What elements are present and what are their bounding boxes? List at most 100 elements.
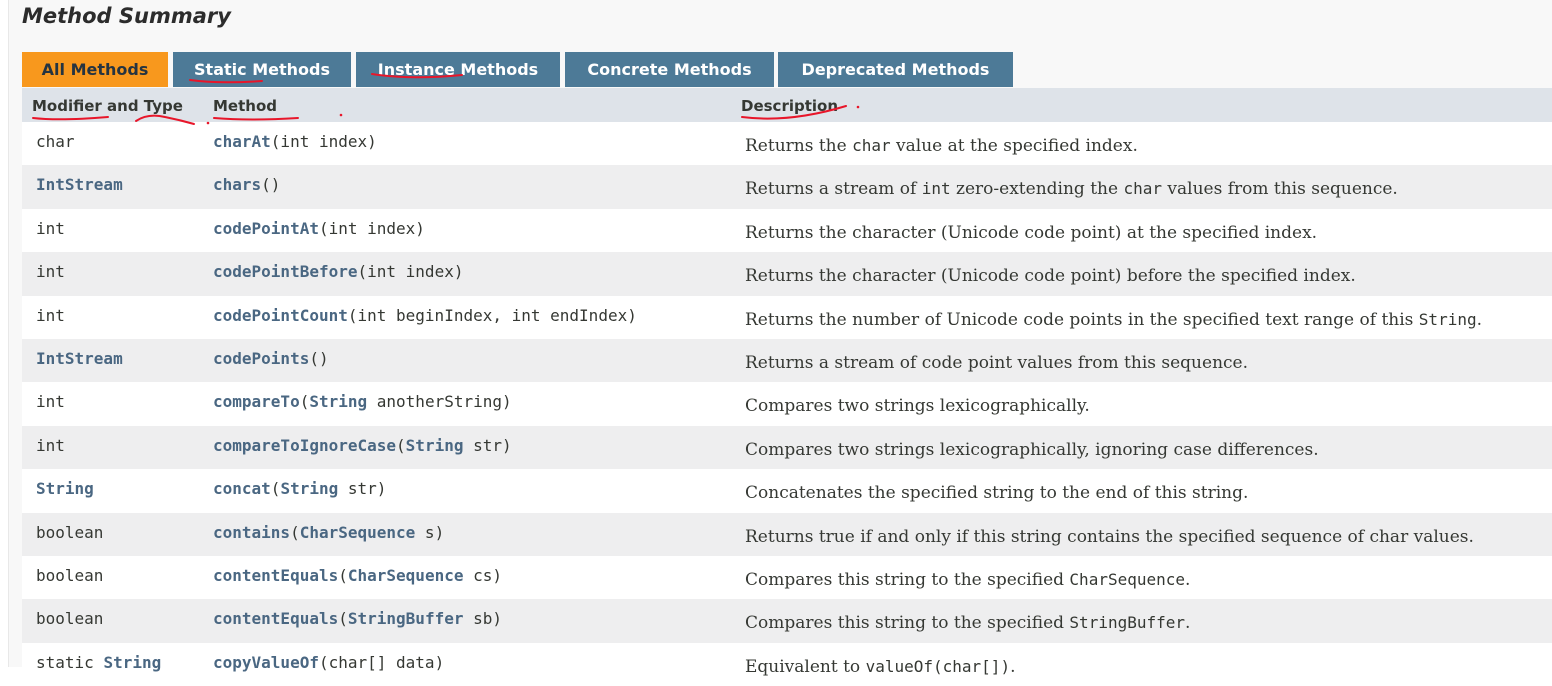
param-text: () (261, 175, 281, 195)
method-signature-cell: contentEquals(CharSequence cs) (213, 566, 502, 585)
modifier-type-cell: int (36, 436, 65, 455)
type-text: int (36, 435, 65, 455)
description-text: Returns the character (Unicode code poin… (745, 266, 1356, 287)
param-link[interactable]: CharSequence (348, 566, 464, 585)
description-text: . (1185, 569, 1191, 590)
param-link[interactable]: StringBuffer (348, 609, 464, 628)
method-signature-cell: contentEquals(StringBuffer sb) (213, 609, 502, 628)
param-text: (int index) (318, 218, 425, 238)
description-cell: Compares two strings lexicographically. (745, 396, 1090, 416)
modifier-type-cell: int (36, 219, 65, 238)
table-header: Modifier and Type Method Description (22, 88, 1552, 122)
param-text: anotherString) (367, 392, 512, 412)
modifier-type-cell: int (36, 306, 65, 325)
method-name-link[interactable]: codePointBefore (213, 262, 358, 281)
method-signature-cell: codePointCount(int beginIndex, int endIn… (213, 306, 637, 325)
tab-all-methods[interactable]: All Methods (22, 52, 168, 87)
description-code: CharSequence (1069, 569, 1186, 589)
description-cell: Compares this string to the specified Ch… (745, 570, 1190, 590)
type-link[interactable]: IntStream (36, 175, 123, 194)
param-link[interactable]: String (406, 436, 464, 455)
method-name-link[interactable]: codePoints (213, 349, 309, 368)
table-body: char charAt(int index) Returns the char va… (22, 122, 1552, 686)
modifier-type-cell: boolean (36, 609, 103, 628)
method-name-link[interactable]: chars (213, 175, 261, 194)
description-cell: Returns the character (Unicode code poin… (745, 266, 1356, 286)
method-signature-cell: codePoints() (213, 349, 329, 368)
param-text: ( (338, 609, 348, 629)
method-name-link[interactable]: codePointCount (213, 306, 348, 325)
description-text: Concatenates the specified string to the… (745, 483, 1249, 504)
type-text: int (36, 218, 65, 238)
method-name-link[interactable]: charAt (213, 132, 271, 151)
description-text: Returns true if and only if this string … (745, 526, 1474, 547)
description-text: Returns a stream of code point values fr… (745, 352, 1249, 373)
column-header-modifier: Modifier and Type (32, 97, 183, 115)
section-title: Method Summary (22, 4, 231, 28)
tab-static-methods[interactable]: Static Methods (173, 52, 351, 87)
column-header-description: Description (741, 97, 839, 115)
method-name-link[interactable]: codePointAt (213, 219, 319, 238)
table-row: static String copyValueOf(char[] data) Equ… (22, 642, 1552, 686)
type-link[interactable]: String (103, 653, 161, 672)
description-cell: Returns the char value at the specified … (745, 136, 1138, 156)
method-name-link[interactable]: contentEquals (213, 566, 338, 585)
modifier-type-cell: int (36, 262, 65, 281)
param-text: sb) (463, 609, 502, 629)
param-text: (int index) (270, 132, 377, 151)
method-name-link[interactable]: compareToIgnoreCase (213, 436, 396, 455)
tab-concrete-methods[interactable]: Concrete Methods (565, 52, 774, 87)
table-row: IntStream codePoints() Returns a stream of… (22, 338, 1552, 383)
type-link[interactable]: String (36, 479, 94, 498)
method-name-link[interactable]: copyValueOf (213, 653, 319, 672)
method-name-link[interactable]: concat (213, 479, 271, 498)
modifier-type-cell: IntStream (36, 175, 123, 194)
method-name-link[interactable]: contentEquals (213, 609, 338, 628)
method-signature-cell: chars() (213, 175, 280, 194)
method-name-link[interactable]: contains (213, 523, 290, 542)
type-text: int (36, 262, 65, 282)
method-signature-cell: charAt(int index) (213, 132, 377, 151)
method-name-link[interactable]: compareTo (213, 392, 300, 411)
param-text: ( (290, 522, 300, 542)
param-link[interactable]: String (309, 392, 367, 411)
param-text: (int beginIndex, int endIndex) (347, 305, 637, 325)
type-text: boolean (36, 609, 104, 629)
page-margin (0, 0, 8, 667)
description-text: values from this sequence. (1161, 179, 1398, 200)
param-text: s) (415, 522, 445, 542)
description-text: Returns the (745, 136, 853, 156)
modifier-type-cell: boolean (36, 566, 103, 585)
param-text: (int index) (357, 262, 464, 282)
modifier-type-cell: boolean (36, 523, 103, 542)
description-code: int (921, 179, 951, 199)
param-link[interactable]: CharSequence (300, 523, 416, 542)
param-text: str) (338, 479, 387, 499)
param-link[interactable]: String (280, 479, 338, 498)
table-row: boolean contains(CharSequence s) Returns t… (22, 512, 1552, 556)
description-text: zero-extending the (950, 179, 1124, 200)
table-row: int compareToIgnoreCase(String str) Compar… (22, 425, 1552, 470)
method-signature-cell: compareToIgnoreCase(String str) (213, 436, 512, 455)
tab-instance-methods[interactable]: Instance Methods (356, 52, 560, 87)
description-cell: Returns a stream of int zero-extending t… (745, 179, 1398, 199)
description-code: StringBuffer (1069, 613, 1186, 633)
table-row: String concat(String str) Concatenates the… (22, 469, 1552, 513)
modifier-type-cell: char (36, 132, 75, 151)
description-text: . (1476, 309, 1482, 330)
modifier-type-cell: String (36, 479, 94, 498)
description-cell: Returns true if and only if this string … (745, 527, 1474, 547)
param-text: str) (463, 435, 512, 455)
method-signature-cell: codePointBefore(int index) (213, 262, 463, 281)
param-text: (char[] data) (318, 652, 445, 672)
description-cell: Concatenates the specified string to the… (745, 483, 1248, 503)
description-code: char (1123, 179, 1162, 199)
type-link[interactable]: IntStream (36, 349, 123, 368)
tab-deprecated-methods[interactable]: Deprecated Methods (778, 52, 1013, 87)
param-text: () (309, 348, 329, 368)
table-row: char charAt(int index) Returns the char va… (22, 122, 1552, 166)
description-cell: Compares two strings lexicographically, … (745, 440, 1319, 460)
modifier-type-cell: int (36, 392, 65, 411)
modifier-type-cell: IntStream (36, 349, 123, 368)
type-text: int (36, 305, 65, 325)
